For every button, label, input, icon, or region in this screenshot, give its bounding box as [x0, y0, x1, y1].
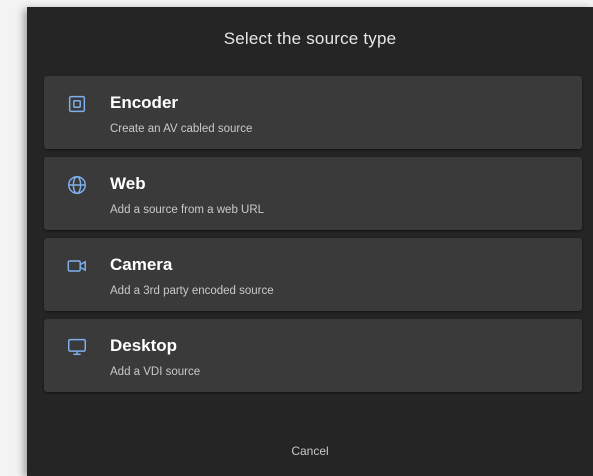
dialog-title: Select the source type	[223, 29, 397, 48]
encoder-icon	[65, 92, 89, 116]
option-label: Desktop	[110, 336, 178, 355]
monitor-icon	[65, 335, 89, 359]
option-encoder[interactable]: Encoder Create an AV cabled source	[44, 76, 582, 149]
option-web[interactable]: Web Add a source from a web URL	[44, 157, 582, 230]
source-type-dialog: Select the source type Encoder Create an…	[27, 7, 593, 476]
source-type-list: Encoder Create an AV cabled source Web A…	[44, 76, 582, 400]
option-label: Web	[110, 174, 146, 193]
option-description: Add a 3rd party encoded source	[110, 285, 274, 297]
option-description: Add a source from a web URL	[110, 204, 265, 216]
option-description: Add a VDI source	[110, 366, 201, 378]
option-label: Camera	[110, 255, 173, 274]
option-description: Create an AV cabled source	[110, 123, 253, 135]
option-label: Encoder	[110, 93, 179, 112]
globe-icon	[65, 173, 89, 197]
option-desktop[interactable]: Desktop Add a VDI source	[44, 319, 582, 392]
video-camera-icon	[65, 254, 89, 278]
cancel-button[interactable]: Cancel	[27, 444, 593, 458]
option-camera[interactable]: Camera Add a 3rd party encoded source	[44, 238, 582, 311]
